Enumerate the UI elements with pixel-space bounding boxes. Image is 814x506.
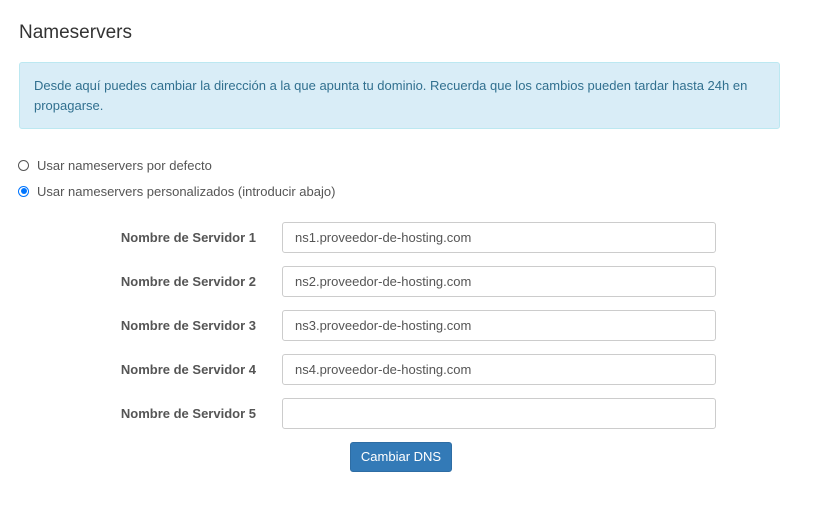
nameserver-1-label: Nombre de Servidor 1 [120,230,256,245]
nameserver-5-input[interactable] [282,398,716,429]
nameserver-5-label: Nombre de Servidor 5 [120,406,256,421]
radio-custom-nameservers[interactable] [18,185,29,197]
nameserver-3-label: Nombre de Servidor 3 [120,318,256,333]
option-default-nameservers[interactable]: Usar nameservers por defecto [18,155,212,175]
option-custom-label: Usar nameservers personalizados (introdu… [37,183,336,199]
option-default-label: Usar nameservers por defecto [37,157,212,173]
nameserver-row-1: Nombre de Servidor 1 [0,222,814,253]
nameserver-4-label: Nombre de Servidor 4 [120,362,256,377]
nameserver-row-2: Nombre de Servidor 2 [0,266,814,297]
nameserver-2-input[interactable] [282,266,716,297]
nameserver-4-input[interactable] [282,354,716,385]
radio-default-nameservers[interactable] [18,159,29,171]
change-dns-button[interactable]: Cambiar DNS [350,442,452,472]
info-alert: Desde aquí puedes cambiar la dirección a… [19,62,780,129]
nameserver-row-3: Nombre de Servidor 3 [0,310,814,341]
nameserver-1-input[interactable] [282,222,716,253]
info-alert-text: Desde aquí puedes cambiar la dirección a… [34,78,748,113]
nameserver-3-input[interactable] [282,310,716,341]
page-title: Nameservers [19,22,132,43]
nameserver-row-5: Nombre de Servidor 5 [0,398,814,429]
nameserver-row-4: Nombre de Servidor 4 [0,354,814,385]
nameserver-2-label: Nombre de Servidor 2 [120,274,256,289]
option-custom-nameservers[interactable]: Usar nameservers personalizados (introdu… [18,181,335,201]
nameservers-page: Nameservers Desde aquí puedes cambiar la… [0,0,814,506]
